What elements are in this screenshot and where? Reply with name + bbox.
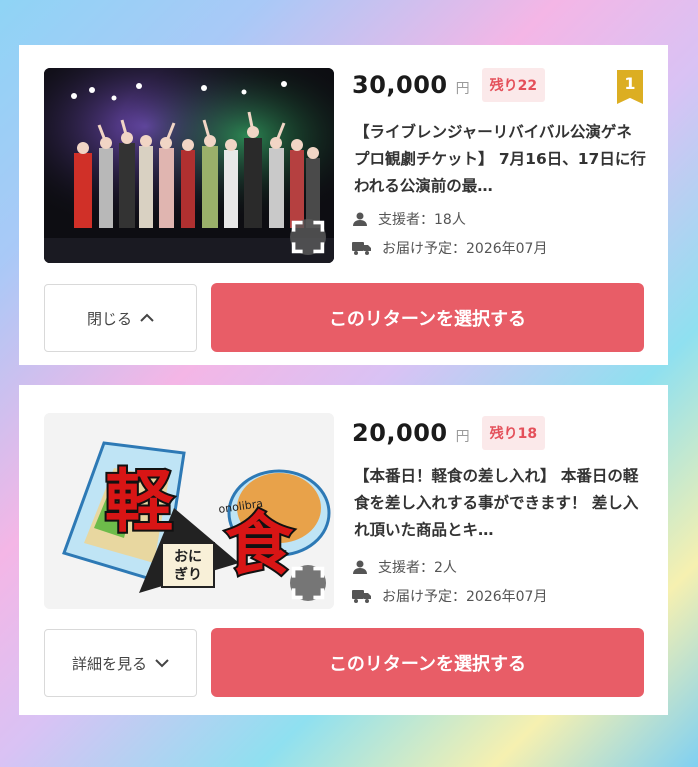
truck-icon (352, 242, 371, 255)
reward-card-1: 30,000 円 残り22 1 【ライブレンジャーリバイバル公演ゲネプロ観劇チケ… (19, 45, 668, 365)
close-details-label: 閉じる (86, 309, 132, 328)
price-row: 20,000 円 残り18 (352, 413, 546, 453)
supporters-row: 支援者：2人 (352, 557, 457, 577)
remaining-badge: 残り22 (481, 68, 546, 102)
reward-image-snacks[interactable]: おに ぎり onolibra 軽 食 (44, 413, 334, 609)
expand-icon[interactable] (290, 219, 326, 255)
truck-icon (352, 590, 371, 603)
chevron-down-icon (155, 659, 169, 668)
reward-card-2: おに ぎり onolibra 軽 食 20,000 円 残り18 【本番日！軽食… (19, 385, 668, 715)
reward-description: 【本番日！軽食の差し入れ】 本番日の軽食を差し入れする事ができます！ 差し入れ頂… (354, 467, 639, 539)
currency-label: 円 (455, 429, 470, 445)
delivery-row: お届け予定：2026年07月 (352, 586, 547, 606)
onigiri-label-line1: おに (174, 549, 202, 565)
delivery-date: お届け予定：2026年07月 (382, 241, 548, 257)
close-details-button[interactable]: 閉じる (44, 284, 197, 352)
chevron-up-icon (140, 313, 154, 322)
select-reward-button[interactable]: このリターンを選択する (211, 628, 644, 697)
reward-image-stage[interactable] (44, 68, 334, 263)
big-char-shoku: 食 (225, 506, 294, 585)
person-icon (353, 212, 367, 226)
select-reward-button[interactable]: このリターンを選択する (211, 283, 644, 352)
supporters-count: 支援者：2人 (378, 560, 457, 576)
reward-description: 【ライブレンジャーリバイバル公演ゲネプロ観劇チケット】 7月16日、17日に行わ… (354, 123, 646, 195)
supporters-row: 支援者：18人 (352, 209, 466, 229)
price-row: 30,000 円 残り22 (352, 65, 546, 105)
delivery-date: お届け予定：2026年07月 (382, 589, 548, 605)
expand-icon[interactable] (290, 565, 326, 601)
reward-price: 20,000 (352, 419, 448, 447)
big-char-kei: 軽 (105, 463, 174, 542)
show-details-label: 詳細を見る (71, 654, 147, 673)
supporters-count: 支援者：18人 (378, 212, 466, 228)
onigiri-label-line2: ぎり (174, 566, 202, 583)
person-icon (353, 560, 367, 574)
remaining-badge: 残り18 (481, 416, 546, 450)
show-details-button[interactable]: 詳細を見る (44, 629, 197, 697)
delivery-row: お届け予定：2026年07月 (352, 238, 547, 258)
reward-price: 30,000 (352, 71, 448, 99)
rank-badge: 1 (617, 70, 643, 104)
currency-label: 円 (455, 81, 470, 97)
